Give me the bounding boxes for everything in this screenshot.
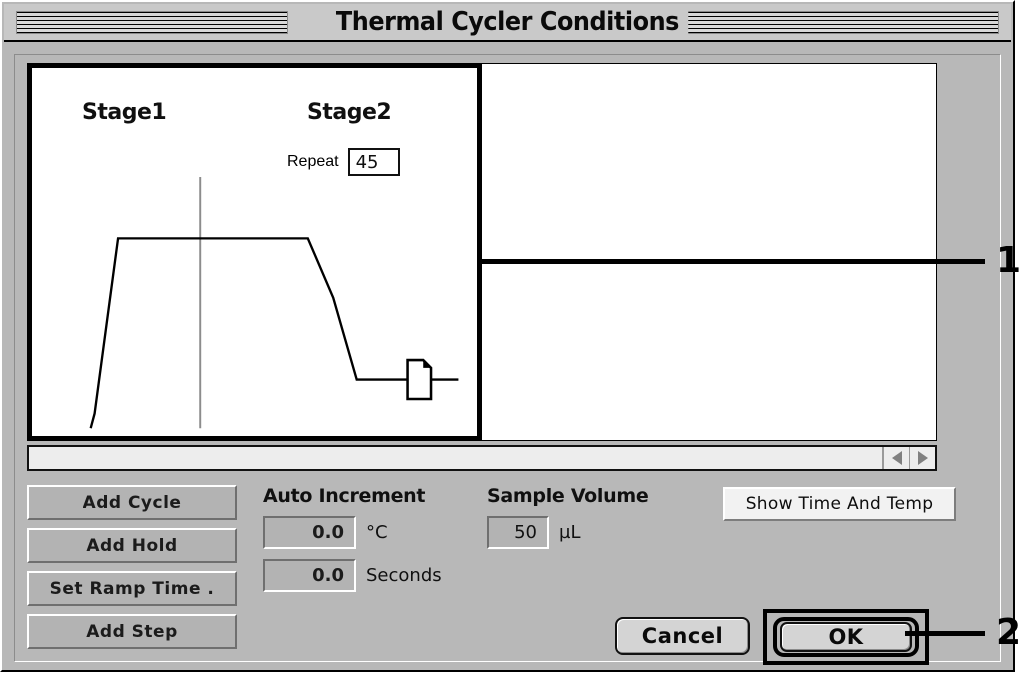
sample-volume-title: Sample Volume: [487, 485, 649, 507]
callout-leader-line-2: [905, 631, 985, 636]
auto-increment-time-unit: Seconds: [366, 565, 442, 586]
callout-number-1: 1: [996, 240, 1022, 281]
auto-increment-temp-input[interactable]: 0.0: [263, 516, 356, 549]
dialog-window: Thermal Cycler Conditions Stage1 Stage2 …: [0, 0, 1015, 672]
sample-volume-row: 50 µL: [487, 516, 648, 549]
set-ramp-time-label: Set Ramp Time .: [49, 578, 215, 599]
thermal-profile-plot[interactable]: Stage1 Stage2 Repeat 45: [27, 63, 482, 441]
ok-button-highlight-box: OK: [763, 609, 929, 665]
sample-volume-value: 50: [514, 522, 537, 543]
auto-increment-time-row: 0.0 Seconds: [263, 559, 442, 592]
auto-increment-group: Auto Increment 0.0 °C 0.0 Seconds: [263, 485, 442, 602]
auto-increment-temp-value: 0.0: [312, 522, 344, 543]
auto-increment-time-input[interactable]: 0.0: [263, 559, 356, 592]
ok-button[interactable]: OK: [780, 622, 912, 652]
window-title: Thermal Cycler Conditions: [326, 7, 689, 37]
horizontal-scrollbar[interactable]: [27, 445, 937, 471]
add-hold-button[interactable]: Add Hold: [27, 528, 237, 563]
page-icon: [406, 358, 433, 401]
callout-number-2: 2: [996, 612, 1022, 653]
triangle-right-icon: [917, 451, 928, 465]
add-cycle-label: Add Cycle: [82, 492, 182, 513]
add-cycle-button[interactable]: Add Cycle: [27, 485, 237, 520]
screenshot-root: Thermal Cycler Conditions Stage1 Stage2 …: [0, 0, 1023, 692]
scrollbar-track[interactable]: [29, 447, 883, 469]
sample-volume-group: Sample Volume 50 µL: [487, 485, 649, 559]
dialog-content: Stage1 Stage2 Repeat 45 Add Cycle Add Ho…: [14, 54, 1001, 665]
title-bar[interactable]: Thermal Cycler Conditions: [4, 4, 1011, 42]
triangle-left-icon: [891, 451, 902, 465]
sample-volume-unit: µL: [559, 522, 581, 543]
scroll-right-button[interactable]: [909, 447, 935, 469]
set-ramp-time-button[interactable]: Set Ramp Time .: [27, 571, 237, 606]
auto-increment-time-value: 0.0: [312, 565, 344, 586]
auto-increment-temp-row: 0.0 °C: [263, 516, 442, 549]
cancel-label: Cancel: [641, 624, 724, 648]
show-time-and-temp-button[interactable]: Show Time And Temp: [723, 487, 956, 521]
add-hold-label: Add Hold: [86, 535, 178, 556]
auto-increment-title: Auto Increment: [263, 485, 426, 507]
cancel-button[interactable]: Cancel: [615, 617, 750, 655]
sample-volume-input[interactable]: 50: [487, 516, 549, 549]
show-time-and-temp-label: Show Time And Temp: [745, 494, 934, 514]
ok-label: OK: [828, 625, 864, 649]
title-bar-inner: Thermal Cycler Conditions: [4, 4, 1011, 40]
add-step-label: Add Step: [86, 621, 178, 642]
controls-strip: Add Cycle Add Hold Set Ramp Time . Add S…: [15, 479, 1000, 665]
add-step-button[interactable]: Add Step: [27, 614, 237, 649]
thermal-profile-svg: [89, 177, 459, 429]
auto-increment-temp-unit: °C: [366, 522, 388, 543]
title-stripes-left: [16, 11, 288, 34]
scroll-left-button[interactable]: [883, 447, 909, 469]
ok-default-ring: OK: [773, 617, 919, 657]
cycle-buttons-column: Add Cycle Add Hold Set Ramp Time . Add S…: [27, 485, 237, 649]
title-stripes-right: [684, 11, 999, 34]
temperature-profile-line: [89, 237, 459, 429]
callout-leader-line-1: [480, 259, 985, 264]
